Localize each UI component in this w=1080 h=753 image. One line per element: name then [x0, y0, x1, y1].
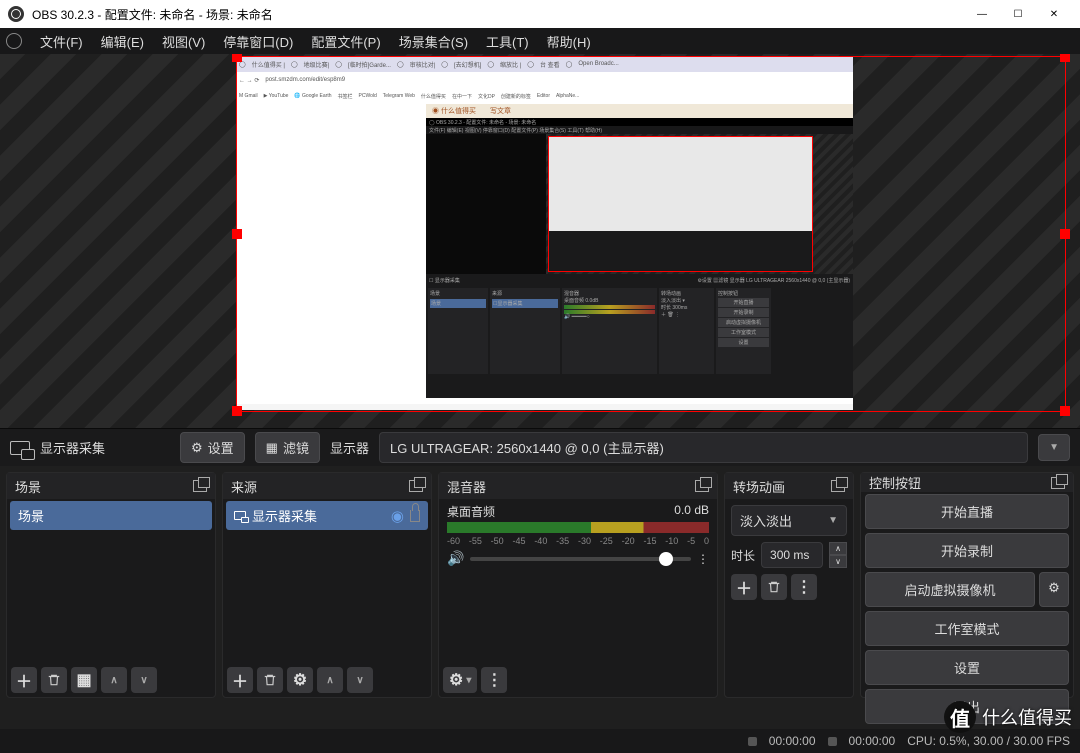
display-label: 显示器	[330, 438, 369, 457]
add-transition-button[interactable]: ＋	[731, 574, 757, 600]
smzdm-logo-icon: 值	[944, 701, 976, 733]
delete-source-button[interactable]	[257, 667, 283, 693]
scene-down-button[interactable]: ∨	[131, 667, 157, 693]
source-settings-button[interactable]: ⚙ 设置	[180, 432, 245, 463]
display-dropdown-button[interactable]: ▼	[1038, 434, 1070, 461]
transitions-dock: 转场动画 淡入淡出▼ 时长 300 ms ∧∨ ＋ ⋮	[724, 472, 854, 698]
menu-file[interactable]: 文件(F)	[32, 29, 91, 54]
display-capture-preview[interactable]: ◯什么值得买 |◯地级比赛|◯[临时拍]Garde...◯审核比对|◯[去幻想机…	[236, 56, 853, 410]
source-name-label: 显示器采集	[40, 438, 170, 457]
start-recording-button[interactable]: 开始录制	[865, 533, 1069, 568]
duration-label: 时长	[731, 547, 755, 564]
start-streaming-button[interactable]: 开始直播	[865, 494, 1069, 529]
source-item[interactable]: 显示器采集 ◉	[226, 501, 428, 530]
mixer-title: 混音器	[447, 477, 486, 496]
resize-handle-br[interactable]	[1060, 406, 1070, 416]
mixer-settings-button[interactable]: ⚙▾	[443, 667, 477, 693]
sources-title: 来源	[231, 477, 257, 496]
duration-input[interactable]: 300 ms	[761, 542, 823, 568]
visibility-toggle[interactable]: ◉	[391, 507, 404, 525]
resize-handle-mr[interactable]	[1060, 229, 1070, 239]
sources-popout-icon[interactable]	[409, 480, 423, 492]
docks-area: 场景 场景 ＋ ▦ ∧ ∨ 来源 显示器采集 ◉ ＋ ⚙ ∧ ∨ 混音器 桌面音…	[0, 466, 1080, 704]
maximize-button[interactable]: ☐	[1000, 0, 1036, 28]
transitions-title: 转场动画	[733, 477, 785, 496]
settings-button[interactable]: 设置	[865, 650, 1069, 685]
obs-icon	[6, 33, 22, 49]
source-properties-button[interactable]: ⚙	[287, 667, 313, 693]
menu-view[interactable]: 视图(V)	[154, 29, 213, 54]
studio-mode-button[interactable]: 工作室模式	[865, 611, 1069, 646]
minimize-button[interactable]: —	[964, 0, 1000, 28]
meter-ticks: -60-55-50-45-40-35-30-25-20-15-10-50	[447, 536, 709, 546]
record-time: 00:00:00	[849, 734, 896, 748]
scene-up-button[interactable]: ∧	[101, 667, 127, 693]
mixer-dock: 混音器 桌面音频 0.0 dB -60-55-50-45-40-35-30-25-…	[438, 472, 718, 698]
menu-edit[interactable]: 编辑(E)	[93, 29, 152, 54]
lock-toggle[interactable]	[410, 510, 420, 522]
transitions-popout-icon[interactable]	[831, 480, 845, 492]
audio-menu-button[interactable]: ⋮	[697, 552, 709, 566]
transition-select[interactable]: 淡入淡出▼	[731, 505, 847, 536]
resize-handle-ml[interactable]	[232, 229, 242, 239]
source-down-button[interactable]: ∨	[347, 667, 373, 693]
display-capture-icon	[10, 441, 30, 455]
menu-dock[interactable]: 停靠窗口(D)	[215, 29, 301, 54]
obs-logo-icon	[8, 6, 24, 22]
delete-transition-button[interactable]	[761, 574, 787, 600]
controls-title: 控制按钮	[869, 473, 921, 492]
virtualcam-settings-button[interactable]: ⚙	[1039, 572, 1069, 607]
source-up-button[interactable]: ∧	[317, 667, 343, 693]
scene-item[interactable]: 场景	[10, 501, 212, 530]
audio-source-name: 桌面音频	[447, 503, 495, 520]
controls-popout-icon[interactable]	[1051, 477, 1065, 489]
window-title: OBS 30.2.3 - 配置文件: 未命名 - 场景: 未命名	[32, 6, 273, 23]
source-filters-button[interactable]: ▦ 滤镜	[255, 432, 320, 463]
add-scene-button[interactable]: ＋	[11, 667, 37, 693]
close-button[interactable]: ✕	[1036, 0, 1072, 28]
volume-icon[interactable]: 🔊	[447, 550, 464, 567]
volume-slider-thumb[interactable]	[659, 552, 673, 566]
volume-slider[interactable]	[470, 557, 691, 561]
display-select[interactable]: LG ULTRAGEAR: 2560x1440 @ 0,0 (主显示器)	[379, 432, 1028, 463]
menu-scene-collection[interactable]: 场景集合(S)	[391, 29, 476, 54]
mixer-menu-button[interactable]: ⋮	[481, 667, 507, 693]
menu-tools[interactable]: 工具(T)	[478, 29, 537, 54]
menubar: 文件(F) 编辑(E) 视图(V) 停靠窗口(D) 配置文件(P) 场景集合(S…	[0, 28, 1080, 54]
window-titlebar: OBS 30.2.3 - 配置文件: 未命名 - 场景: 未命名 — ☐ ✕	[0, 0, 1080, 28]
resize-handle-bl[interactable]	[232, 406, 242, 416]
start-virtualcam-button[interactable]: 启动虚拟摄像机	[865, 572, 1035, 607]
source-toolbar: 显示器采集 ⚙ 设置 ▦ 滤镜 显示器 LG ULTRAGEAR: 2560x1…	[0, 428, 1080, 466]
menu-profile[interactable]: 配置文件(P)	[303, 29, 388, 54]
stream-status-dot	[748, 737, 757, 746]
add-source-button[interactable]: ＋	[227, 667, 253, 693]
preview-url: post.smzdm.com/edit/esp8m9	[265, 77, 345, 83]
stream-time: 00:00:00	[769, 734, 816, 748]
display-icon	[234, 511, 246, 520]
record-status-dot	[828, 737, 837, 746]
scenes-title: 场景	[15, 477, 41, 496]
preview-area[interactable]: ◯什么值得买 |◯地级比赛|◯[临时拍]Garde...◯审核比对|◯[去幻想机…	[0, 54, 1080, 428]
scene-filter-button[interactable]: ▦	[71, 667, 97, 693]
controls-dock: 控制按钮 开始直播 开始录制 启动虚拟摄像机 ⚙ 工作室模式 设置 退出	[860, 472, 1074, 698]
sources-dock: 来源 显示器采集 ◉ ＋ ⚙ ∧ ∨	[222, 472, 432, 698]
transition-menu-button[interactable]: ⋮	[791, 574, 817, 600]
status-bar: 00:00:00 00:00:00 CPU: 0.5%, 30.00 / 30.…	[0, 729, 1080, 753]
scenes-dock: 场景 场景 ＋ ▦ ∧ ∨	[6, 472, 216, 698]
resize-handle-tr[interactable]	[1060, 54, 1070, 62]
audio-meter	[447, 522, 709, 533]
duration-spinner[interactable]: ∧∨	[829, 542, 847, 568]
smzdm-watermark: 值 什么值得买	[944, 701, 1072, 733]
mixer-popout-icon[interactable]	[695, 480, 709, 492]
cpu-fps: CPU: 0.5%, 30.00 / 30.00 FPS	[907, 734, 1070, 748]
resize-handle-tl[interactable]	[232, 54, 242, 62]
scenes-popout-icon[interactable]	[193, 480, 207, 492]
audio-level: 0.0 dB	[674, 503, 709, 520]
delete-scene-button[interactable]	[41, 667, 67, 693]
menu-help[interactable]: 帮助(H)	[539, 29, 599, 54]
